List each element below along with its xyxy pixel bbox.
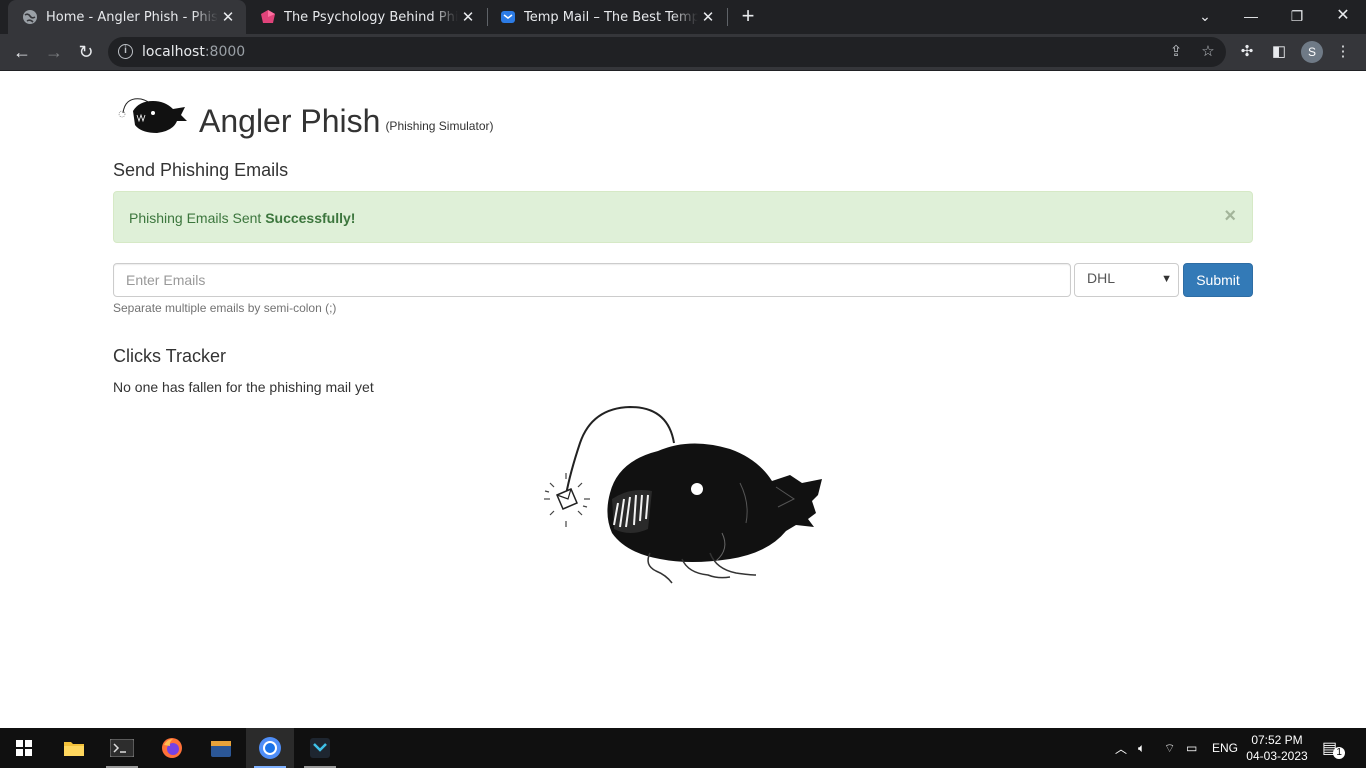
url-host: localhost — [142, 44, 205, 60]
clock[interactable]: 07:52 PM 04-03-2023 — [1242, 732, 1312, 764]
brand-subtitle: (Phishing Simulator) — [385, 119, 494, 133]
browser-tab-strip: Home - Angler Phish - Phishing Simulator… — [0, 0, 1366, 34]
notification-count: 1 — [1333, 747, 1346, 759]
globe-icon — [23, 10, 37, 24]
app-chevron-icon — [310, 738, 330, 758]
submit-button[interactable]: Submit — [1183, 263, 1253, 297]
chevron-down-icon: ▼ — [1161, 273, 1172, 285]
menu-kebab-icon[interactable]: ⋮ — [1333, 42, 1353, 62]
terminal-icon — [110, 739, 134, 757]
url-text[interactable]: localhost:8000 — [142, 44, 245, 60]
browser-toolbar: ← → ↻ i localhost:8000 ⇪ ☆ ✣ ◧ S ⋮ — [0, 34, 1366, 71]
volume-icon[interactable]: 🔈︎ — [1138, 728, 1145, 768]
tab-search-chevron-icon[interactable]: ⌄ — [1182, 0, 1228, 34]
windows-logo-icon — [16, 740, 32, 756]
extensions-puzzle-icon[interactable]: ✣ — [1237, 42, 1257, 62]
template-select[interactable]: DHL ▼ — [1074, 263, 1179, 297]
restore-button[interactable]: ❐ — [1274, 0, 1320, 34]
site-info-icon[interactable]: i — [118, 44, 133, 59]
success-alert: Phishing Emails Sent Successfully! × — [113, 191, 1253, 243]
angler-fish-logo-icon — [118, 98, 187, 133]
no-clicks-message: No one has fallen for the phishing mail … — [113, 379, 374, 395]
temp-mail-logo-icon — [501, 11, 515, 23]
tab-title: The Psychology Behind Phishing — [284, 9, 458, 25]
folder-icon — [64, 742, 84, 756]
brand-header: Angler Phish (Phishing Simulator) — [113, 91, 493, 141]
angler-fish-illustration — [544, 405, 822, 584]
tab-title: Temp Mail – The Best Temp Email — [524, 9, 698, 25]
alert-message: Phishing Emails Sent Successfully! — [129, 210, 355, 226]
taskbar-chrome[interactable] — [246, 728, 294, 768]
taskbar-app-box[interactable] — [197, 728, 245, 768]
notifications-button[interactable]: ▤ 1 — [1322, 728, 1346, 768]
bookmark-star-icon[interactable]: ☆ — [1199, 43, 1217, 61]
send-emails-heading: Send Phishing Emails — [113, 160, 289, 180]
app-box-icon — [211, 741, 231, 757]
back-arrow-icon[interactable]: ← — [8, 38, 36, 66]
address-bar[interactable]: i localhost:8000 ⇪ ☆ — [108, 37, 1226, 67]
forward-arrow-icon[interactable]: → — [40, 38, 68, 66]
reload-icon[interactable]: ↻ — [72, 38, 100, 66]
template-selected-value: DHL — [1087, 270, 1116, 286]
chrome-icon — [259, 737, 281, 759]
firefox-icon — [162, 738, 182, 758]
new-tab-button[interactable]: + — [736, 4, 760, 28]
share-icon[interactable]: ⇪ — [1167, 43, 1185, 61]
hexagon-logo-icon — [261, 10, 275, 23]
language-indicator[interactable]: ENG — [1212, 728, 1238, 768]
profile-avatar[interactable]: S — [1301, 41, 1323, 63]
clicks-tracker-heading: Clicks Tracker — [113, 346, 227, 366]
close-window-button[interactable]: ✕ — [1320, 0, 1366, 34]
alert-text: Phishing Emails Sent — [129, 210, 266, 226]
taskbar-app-chevron[interactable] — [296, 728, 344, 768]
alert-strong-text: Successfully! — [265, 210, 356, 226]
alert-close-button[interactable]: × — [1224, 205, 1236, 228]
tab-title: Home - Angler Phish - Phishing Simulator — [46, 9, 218, 25]
battery-icon[interactable]: ▭ — [1186, 728, 1197, 768]
url-port: :8000 — [204, 44, 246, 60]
clock-time: 07:52 PM — [1251, 733, 1303, 747]
taskbar-firefox[interactable] — [148, 728, 196, 768]
minimize-button[interactable]: — — [1228, 0, 1274, 34]
brand-name: Angler Phish — [199, 103, 381, 139]
close-tab-icon[interactable]: ✕ — [218, 8, 238, 26]
emails-input[interactable] — [113, 263, 1071, 297]
help-text: Separate multiple emails by semi-colon (… — [113, 301, 337, 315]
tab-separator — [727, 8, 728, 26]
clock-date: 04-03-2023 — [1246, 749, 1308, 763]
start-button[interactable] — [0, 728, 48, 768]
close-tab-icon[interactable]: ✕ — [698, 8, 718, 26]
tab-temp-mail[interactable]: Temp Mail – The Best Temp Email ✕ — [486, 0, 726, 34]
windows-taskbar: ︿ 🔈︎ ⌔ ▭ ENG 07:52 PM 04-03-2023 ▤ 1 — [0, 728, 1366, 768]
tab-angler-phish[interactable]: Home - Angler Phish - Phishing Simulator… — [8, 0, 246, 34]
side-panel-icon[interactable]: ◧ — [1269, 42, 1289, 62]
taskbar-terminal[interactable] — [98, 728, 146, 768]
show-hidden-icons-chevron-icon[interactable]: ︿ — [1115, 728, 1127, 768]
network-icon[interactable]: ⌔ — [1164, 728, 1175, 768]
page-content: Angler Phish (Phishing Simulator) Send P… — [0, 71, 1366, 728]
tab-psychology-phishing[interactable]: The Psychology Behind Phishing ✕ — [246, 0, 486, 34]
close-tab-icon[interactable]: ✕ — [458, 8, 478, 26]
taskbar-file-explorer[interactable] — [50, 728, 98, 768]
